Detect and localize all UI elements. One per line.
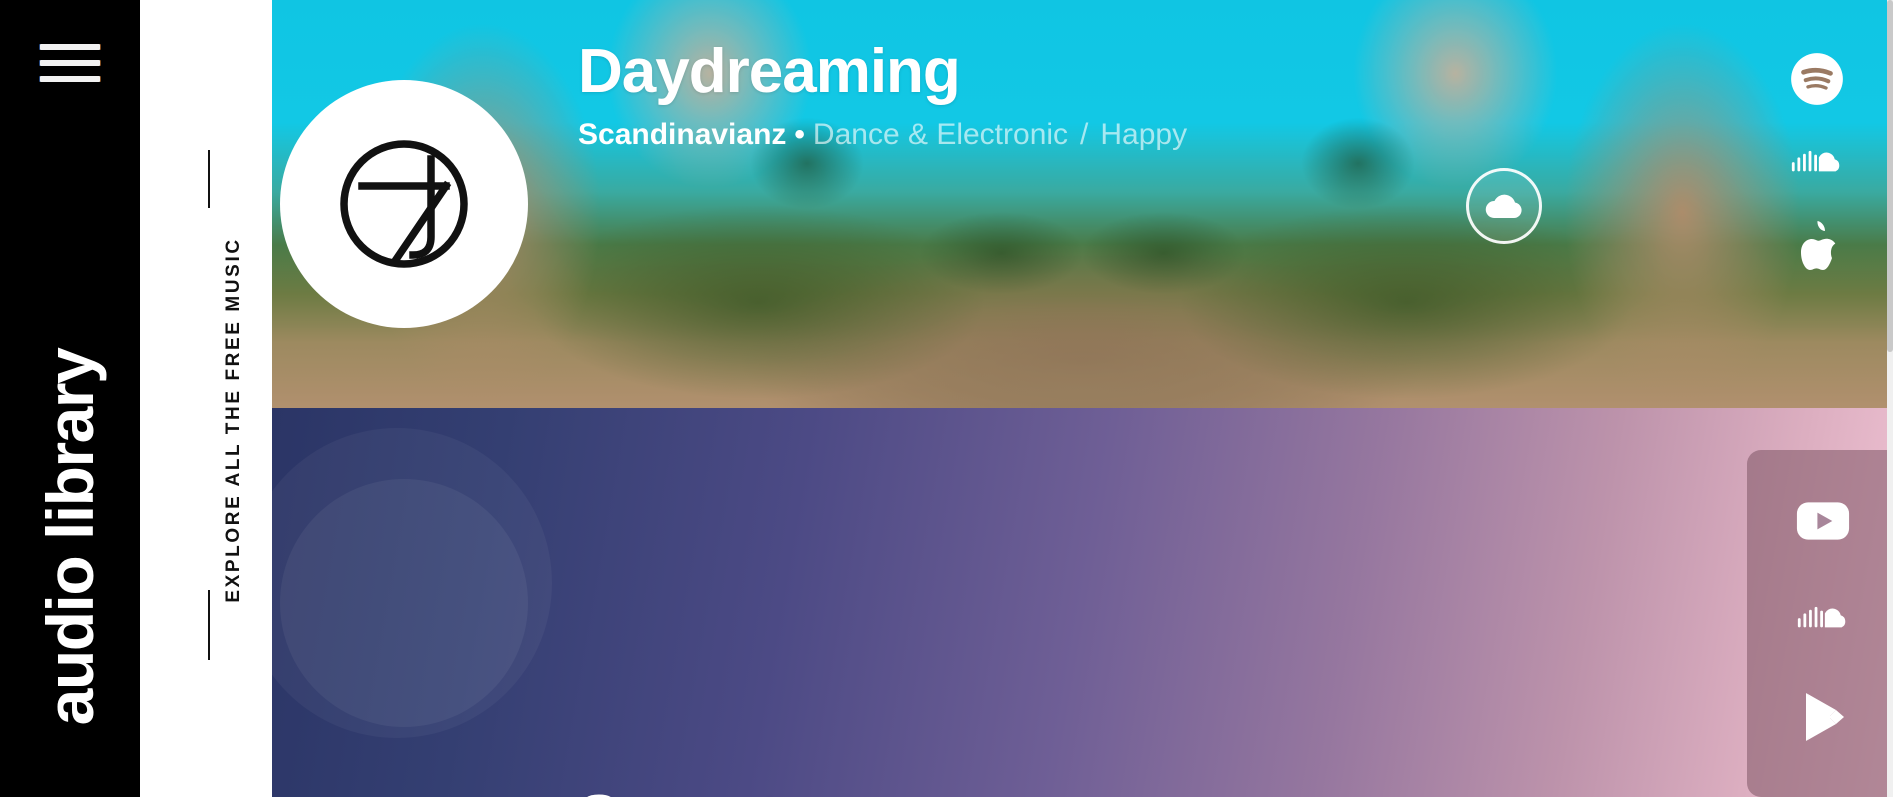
separator-dot: •	[794, 118, 805, 152]
scrollbar[interactable]	[1887, 0, 1893, 797]
youtube-icon[interactable]	[1796, 494, 1850, 548]
social-links-panel	[1747, 450, 1893, 797]
cloud-download-icon	[1485, 194, 1522, 218]
google-play-icon[interactable]	[1796, 690, 1850, 744]
track-subline: Scandinavianz • Dance & Electronic / Happy	[578, 118, 1187, 151]
separator-slash: /	[1080, 118, 1089, 152]
hamburger-menu-icon[interactable]	[40, 44, 100, 84]
track-list: Daydreaming Scandinavianz • Dance & Electr…	[272, 0, 1893, 797]
track-title: Sunset	[578, 785, 1099, 797]
brand-label: audio library	[33, 348, 107, 726]
hamburger-bar	[40, 76, 100, 82]
track-title: Daydreaming	[578, 37, 961, 106]
avatar[interactable]	[280, 478, 528, 727]
track-meta: Sunset LiQWYD•Dance & Electronic/Happy	[578, 785, 1099, 797]
track-card[interactable]: Sunset LiQWYD•Dance & Electronic/Happy	[272, 408, 1893, 797]
download-button[interactable]	[1466, 168, 1542, 244]
track-meta: Daydreaming Scandinavianz • Dance & Electr…	[578, 37, 1187, 151]
scrollbar-thumb[interactable]	[1887, 0, 1893, 352]
track-artist[interactable]: Scandinavianz	[578, 118, 786, 151]
soundcloud-icon[interactable]	[1796, 592, 1850, 646]
page-root: audio library EXPLORE ALL THE FREE MUSIC	[0, 0, 1893, 797]
track-card[interactable]: Daydreaming Scandinavianz • Dance & Electr…	[272, 0, 1893, 408]
apple-music-icon[interactable]	[1790, 220, 1844, 274]
explore-line-bottom	[208, 590, 210, 660]
hamburger-bar	[40, 44, 100, 50]
left-black-rail: audio library	[0, 0, 140, 797]
soundcloud-icon[interactable]	[1790, 136, 1844, 190]
track-mood[interactable]: Happy	[1100, 118, 1187, 151]
spotify-icon[interactable]	[1790, 52, 1844, 106]
hamburger-bar	[40, 60, 100, 66]
scandinavianz-logo-icon	[340, 140, 468, 268]
brand-logo-vertical[interactable]: audio library	[0, 277, 140, 797]
avatar[interactable]	[280, 80, 528, 328]
explore-label: EXPLORE ALL THE FREE MUSIC	[223, 237, 244, 603]
social-links-top	[1740, 0, 1893, 360]
explore-line-top	[208, 150, 210, 208]
explore-rail: EXPLORE ALL THE FREE MUSIC	[140, 0, 272, 797]
explore-wrapper: EXPLORE ALL THE FREE MUSIC	[140, 0, 272, 797]
track-genre[interactable]: Dance & Electronic	[813, 118, 1068, 151]
